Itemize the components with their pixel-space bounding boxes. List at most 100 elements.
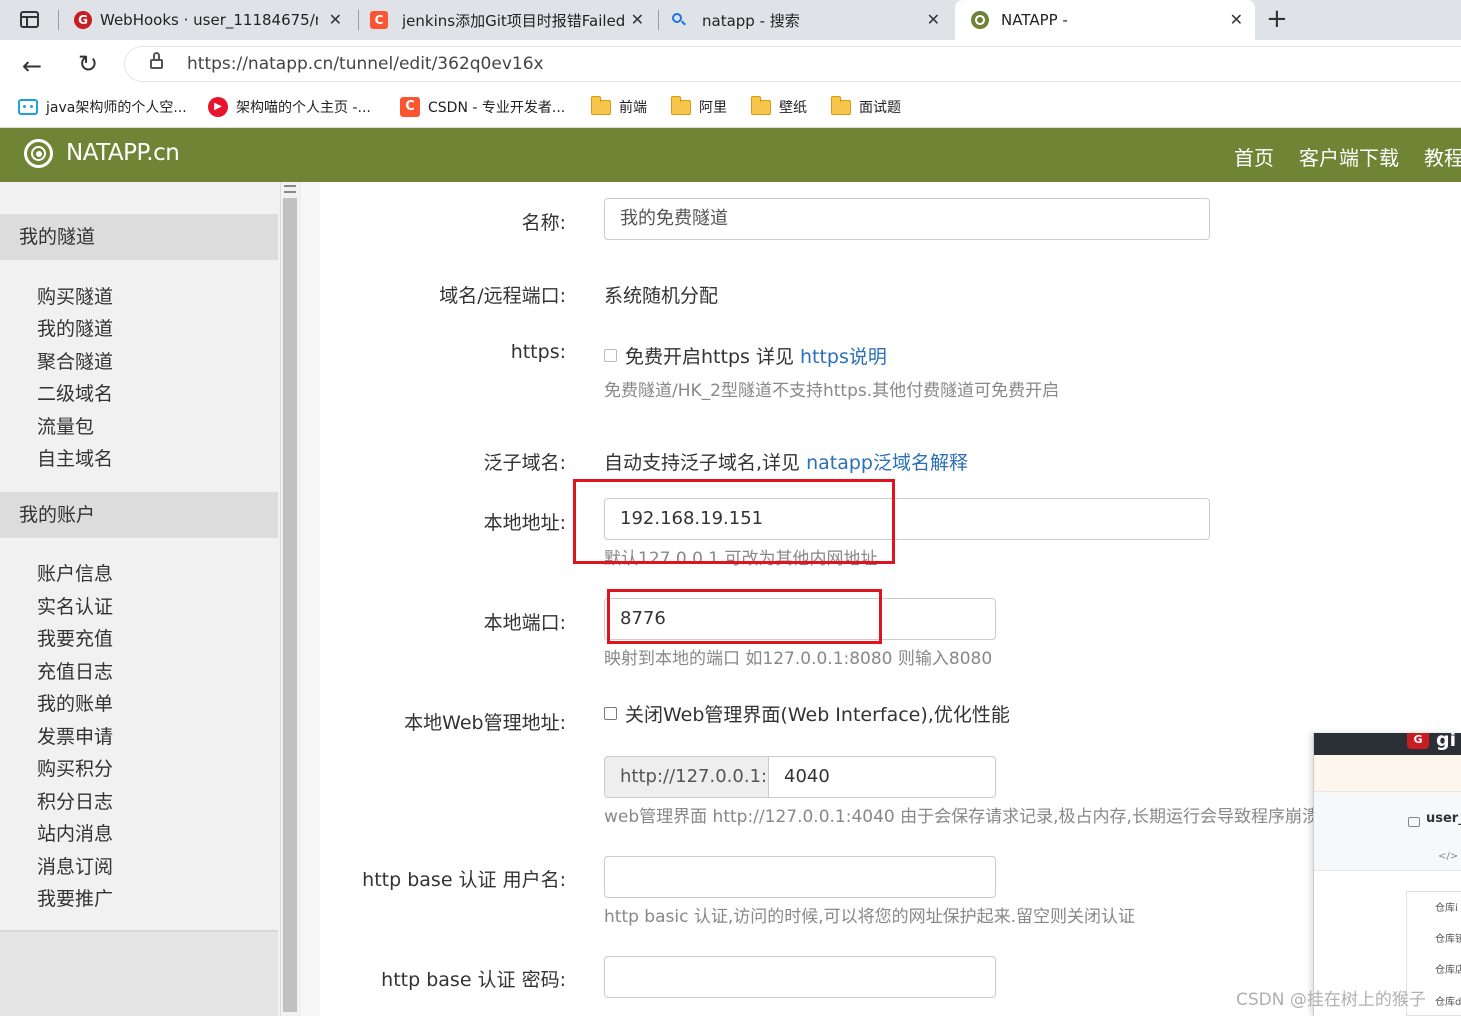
natapp-logo-icon[interactable] [24,139,53,168]
wildcard-doc-link[interactable]: natapp泛域名解释 [806,452,968,474]
auth-password-label: http base 认证 密码: [381,969,566,991]
gitee-icon: G [1407,733,1429,749]
web-admin-help: web管理界面 http://127.0.0.1:4040 由于会保存请求记录,… [604,807,1319,827]
web-admin-port-input[interactable]: 4040 [768,756,996,798]
annotation-box-local-address [573,479,895,564]
bookmark-item[interactable]: C CSDN - 专业开发者... [400,96,565,118]
local-port-help: 映射到本地的端口 如127.0.0.1:8080 则输入8080 [604,649,993,669]
overlay-list-item[interactable]: 仓库镜 [1435,930,1461,945]
name-label: 名称: [521,212,566,234]
folder-icon [751,95,771,115]
refresh-icon[interactable]: ↻ [78,50,98,78]
sidebar-item-bills[interactable]: 我的账单 [37,689,113,716]
sidebar-item-traffic[interactable]: 流量包 [37,412,94,439]
bookmark-item[interactable]: ▶ 架构喵的个人主页 -... [208,96,371,118]
url-text: https://natapp.cn/tunnel/edit/362q0ev16x [187,54,544,74]
overlay-list-item[interactable]: 仓库店 [1435,961,1461,976]
web-admin-option: 关闭Web管理界面(Web Interface),优化性能 [604,700,1010,727]
tab-natapp-search[interactable]: natapp - 搜索 ✕ [660,0,952,40]
sidebar-item-messages[interactable]: 站内消息 [37,819,113,846]
folder-icon [591,95,611,115]
https-help: 免费隧道/HK_2型隧道不支持https.其他付费隧道可免费开启 [604,381,1060,401]
auth-password-input[interactable] [604,956,996,998]
overlay-list-item[interactable]: 仓库i [1435,899,1458,914]
local-address-label: 本地地址: [483,512,566,534]
site-header: NATAPP.cn 首页 客户端下载 教程 [0,128,1461,182]
wildcard-label: 泛子域名: [483,452,566,474]
auth-username-label: http base 认证 用户名: [362,869,566,891]
csdn-icon: C [370,11,388,29]
sidebar-scrollbar[interactable] [280,182,298,1016]
address-bar-row: ← ↻ https://natapp.cn/tunnel/edit/362q0e… [0,40,1461,88]
bookmarks-bar: java架构师的个人空... ▶ 架构喵的个人主页 -... C CSDN - … [0,88,1461,128]
name-input[interactable]: 我的免费隧道 [604,198,1210,240]
overlay-logo-text: gi [1436,733,1457,751]
overlay-list-item[interactable]: 仓库d [1435,993,1461,1008]
bookmark-folder[interactable]: 壁纸 [751,95,807,118]
nav-client-download[interactable]: 客户端下载 [1299,142,1399,171]
close-icon[interactable]: ✕ [1230,10,1243,29]
auth-username-input[interactable] [604,856,996,898]
close-icon[interactable]: ✕ [631,10,644,29]
tunnel-edit-form: 名称: 我的免费隧道 域名/远程端口: 系统随机分配 https: 免费开启ht… [300,182,1461,1016]
site-brand[interactable]: NATAPP.cn [66,140,180,166]
sidebar-item-custom-domain[interactable]: 自主域名 [37,444,113,471]
sidebar-scrollbar-thumb[interactable] [283,198,297,1012]
csdn-watermark: CSDN @挂在树上的猴子 [1236,990,1426,1010]
nav-tutorial[interactable]: 教程 [1424,142,1461,171]
sidebar-section-tunnels: 我的隧道 [0,214,278,260]
sidebar-section-account: 我的账户 [0,492,278,538]
domain-label: 域名/远程端口: [439,285,566,307]
bookmark-item[interactable]: java架构师的个人空... [18,96,187,118]
https-doc-link[interactable]: https说明 [800,346,887,368]
tab-actions-icon[interactable] [20,11,39,28]
https-option: 免费开启https 详见 https说明 [604,342,887,369]
sidebar-item-subscriptions[interactable]: 消息订阅 [37,852,113,879]
csdn-icon: C [400,97,420,117]
sidebar-item-buy-points[interactable]: 购买积分 [37,754,113,781]
sidebar-item-buy-tunnel[interactable]: 购买隧道 [37,282,113,309]
sidebar-item-points-log[interactable]: 积分日志 [37,787,113,814]
web-admin-prefix: http://127.0.0.1: [604,756,770,798]
folder-icon [671,95,691,115]
wildcard-value: 自动支持泛子域名,详见 natapp泛域名解释 [604,452,968,474]
local-port-label: 本地端口: [483,612,566,634]
sidebar: 我的隧道 购买隧道 我的隧道 聚合隧道 二级域名 流量包 自主域名 我的账户 账… [0,182,300,1016]
overlay-code-text: </> 代 [1438,851,1461,862]
sidebar-item-recharge[interactable]: 我要充值 [37,624,113,651]
sidebar-item-aggregate-tunnel[interactable]: 聚合隧道 [37,347,113,374]
gitee-icon: G [74,11,92,29]
sidebar-item-account-info[interactable]: 账户信息 [37,559,113,586]
tab-natapp[interactable]: NATAPP - ✕ [955,0,1255,40]
disable-web-interface-checkbox[interactable] [604,707,617,720]
lock-icon [150,59,163,69]
play-icon: ▶ [208,97,228,117]
overlapping-window: G gi user_ </> 代 仓库i 仓库镜 仓库店 仓库d [1313,733,1461,1016]
https-checkbox[interactable] [604,349,617,362]
bookmark-folder[interactable]: 阿里 [671,95,727,118]
sidebar-item-verify[interactable]: 实名认证 [37,592,113,619]
tab-webhooks[interactable]: G WebHooks · user_11184675/mav ✕ [64,0,354,40]
nav-home[interactable]: 首页 [1234,142,1274,171]
domain-value: 系统随机分配 [604,285,719,307]
sidebar-item-recharge-log[interactable]: 充值日志 [37,657,113,684]
search-icon [672,13,686,27]
auth-help: http basic 认证,访问的时候,可以将您的网址保护起来.留空则关闭认证 [604,907,1136,927]
web-admin-label: 本地Web管理地址: [404,712,566,734]
address-bar[interactable]: https://natapp.cn/tunnel/edit/362q0ev16x [124,46,1461,82]
sidebar-item-subdomain[interactable]: 二级域名 [37,379,113,406]
tab-jenkins[interactable]: C jenkins添加Git项目时报错Failed t ✕ [360,0,656,40]
sidebar-item-promote[interactable]: 我要推广 [37,884,113,911]
close-icon[interactable]: ✕ [927,10,940,29]
bookmark-folder[interactable]: 前端 [591,95,647,118]
new-tab-button[interactable]: + [1266,4,1288,34]
tv-icon [18,99,38,115]
natapp-logo-icon [971,11,989,29]
sidebar-item-invoice[interactable]: 发票申请 [37,722,113,749]
close-icon[interactable]: ✕ [329,10,342,29]
lock-icon [1408,817,1420,827]
sidebar-item-my-tunnels[interactable]: 我的隧道 [37,314,113,341]
back-arrow-icon[interactable]: ← [22,52,42,80]
https-label: https: [510,341,566,363]
bookmark-folder[interactable]: 面试题 [831,95,901,118]
